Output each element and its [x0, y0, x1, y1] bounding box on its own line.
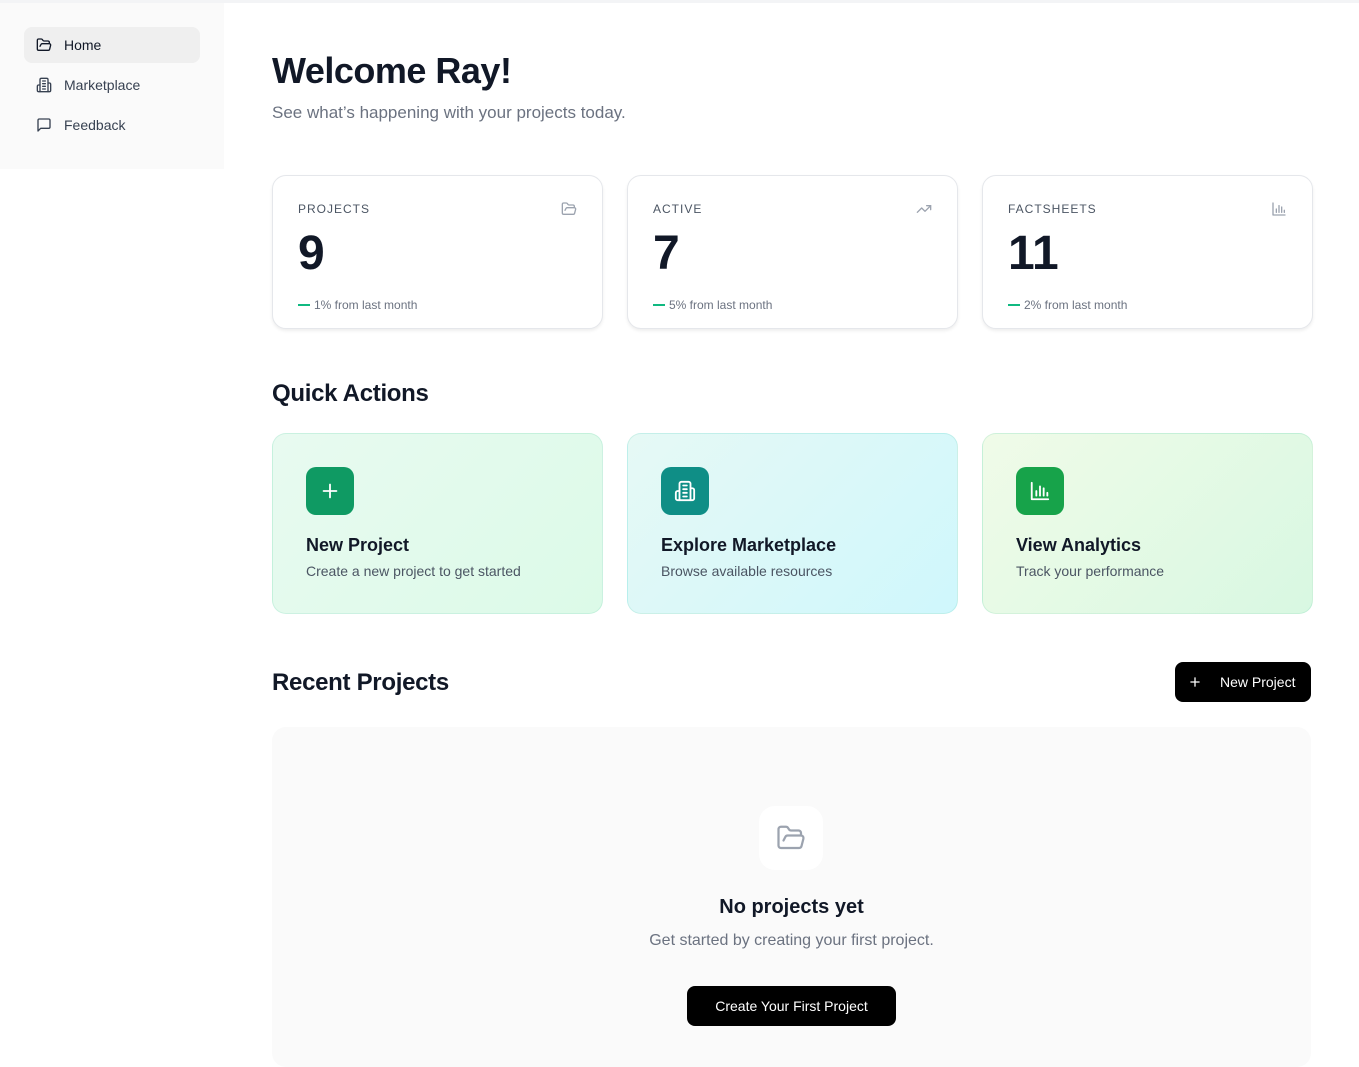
stat-change: 1% from last month — [298, 298, 577, 312]
empty-state-description: Get started by creating your first proje… — [649, 932, 934, 949]
sidebar-item-label: Marketplace — [64, 77, 141, 93]
trending-up-icon — [916, 201, 932, 217]
stat-value: 9 — [298, 227, 325, 280]
page-title: Welcome Ray! — [272, 50, 512, 91]
sidebar-item-marketplace[interactable]: Marketplace — [24, 67, 200, 103]
sidebar: Home Marketplace Feedback — [0, 3, 224, 169]
bar-chart-icon — [1016, 467, 1064, 515]
stat-value: 7 — [653, 227, 680, 280]
stat-card-projects: PROJECTS 9 1% from last month — [272, 175, 603, 329]
recent-projects-title: Recent Projects — [272, 669, 449, 696]
new-project-button[interactable]: New Project — [1175, 662, 1311, 702]
stat-label: PROJECTS — [298, 202, 371, 216]
quick-action-description: Track your performance — [1016, 563, 1165, 579]
folder-open-icon — [759, 806, 823, 870]
sidebar-item-feedback[interactable]: Feedback — [24, 107, 200, 143]
sidebar-item-label: Feedback — [64, 117, 126, 133]
quick-actions-title: Quick Actions — [272, 380, 429, 407]
sidebar-item-label: Home — [64, 37, 102, 53]
stat-label: ACTIVE — [653, 202, 703, 216]
stat-change-text: 5% from last month — [669, 298, 773, 312]
quick-action-title: New Project — [306, 535, 410, 555]
quick-action-new-project[interactable]: New Project Create a new project to get … — [272, 433, 603, 614]
sidebar-item-home[interactable]: Home — [24, 27, 200, 63]
stat-card-active: ACTIVE 7 5% from last month — [627, 175, 958, 329]
quick-action-view-analytics[interactable]: View Analytics Track your performance — [982, 433, 1313, 614]
empty-state-title: No projects yet — [719, 896, 864, 918]
plus-icon — [306, 467, 354, 515]
message-square-icon — [36, 117, 52, 133]
quick-action-title: Explore Marketplace — [661, 535, 837, 555]
folder-open-icon — [36, 37, 52, 53]
page-subtitle: See what’s happening with your projects … — [272, 103, 626, 122]
empty-state: No projects yet Get started by creating … — [272, 727, 1311, 1067]
trend-dash-icon — [298, 304, 310, 306]
stat-change-text: 1% from last month — [314, 298, 418, 312]
plus-icon — [1190, 677, 1200, 687]
stat-change: 2% from last month — [1008, 298, 1287, 312]
stat-label: FACTSHEETS — [1008, 202, 1097, 216]
bar-chart-icon — [1271, 201, 1287, 217]
stat-change-text: 2% from last month — [1024, 298, 1128, 312]
stat-card-factsheets: FACTSHEETS 11 2% from last month — [982, 175, 1313, 329]
quick-action-description: Browse available resources — [661, 563, 833, 579]
quick-action-explore-marketplace[interactable]: Explore Marketplace Browse available res… — [627, 433, 958, 614]
stat-change: 5% from last month — [653, 298, 932, 312]
folder-open-icon — [561, 201, 577, 217]
building-icon — [36, 77, 52, 93]
stats-row: PROJECTS 9 1% from last month ACTIVE 7 5… — [272, 175, 1313, 329]
trend-dash-icon — [653, 304, 665, 306]
quick-action-title: View Analytics — [1016, 535, 1142, 555]
trend-dash-icon — [1008, 304, 1020, 306]
building-icon — [661, 467, 709, 515]
quick-actions-row: New Project Create a new project to get … — [272, 433, 1313, 614]
create-first-project-button[interactable]: Create Your First Project — [687, 986, 896, 1026]
new-project-button-label: New Project — [1220, 674, 1296, 690]
quick-action-description: Create a new project to get started — [306, 563, 521, 579]
stat-value: 11 — [1008, 227, 1059, 280]
